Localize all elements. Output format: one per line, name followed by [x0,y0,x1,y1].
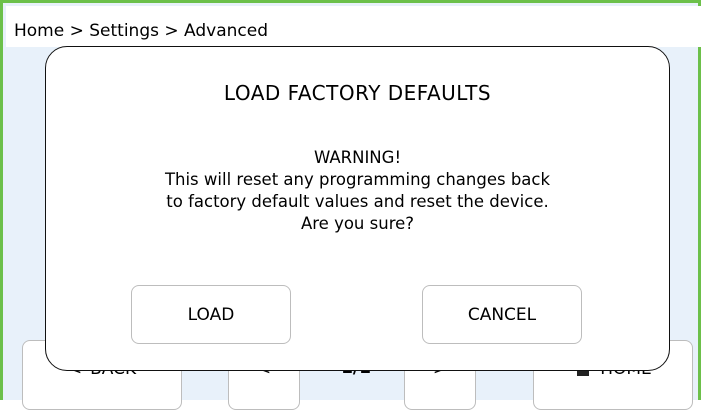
message-line: to factory default values and reset the … [166,192,549,211]
message-line: Are you sure? [300,214,415,233]
factory-defaults-dialog: LOAD FACTORY DEFAULTS WARNING! This will… [45,46,670,371]
load-button[interactable]: LOAD [131,285,291,344]
message-line: This will reset any programming changes … [164,170,551,189]
warning-line: WARNING! [313,148,402,167]
cancel-button[interactable]: CANCEL [422,285,582,344]
title-bar: Home > Settings > Advanced [6,6,701,47]
breadcrumb[interactable]: Home > Settings > Advanced [14,21,268,41]
dialog-message: WARNING! This will reset any programming… [46,147,669,235]
dialog-title: LOAD FACTORY DEFAULTS [223,81,492,105]
